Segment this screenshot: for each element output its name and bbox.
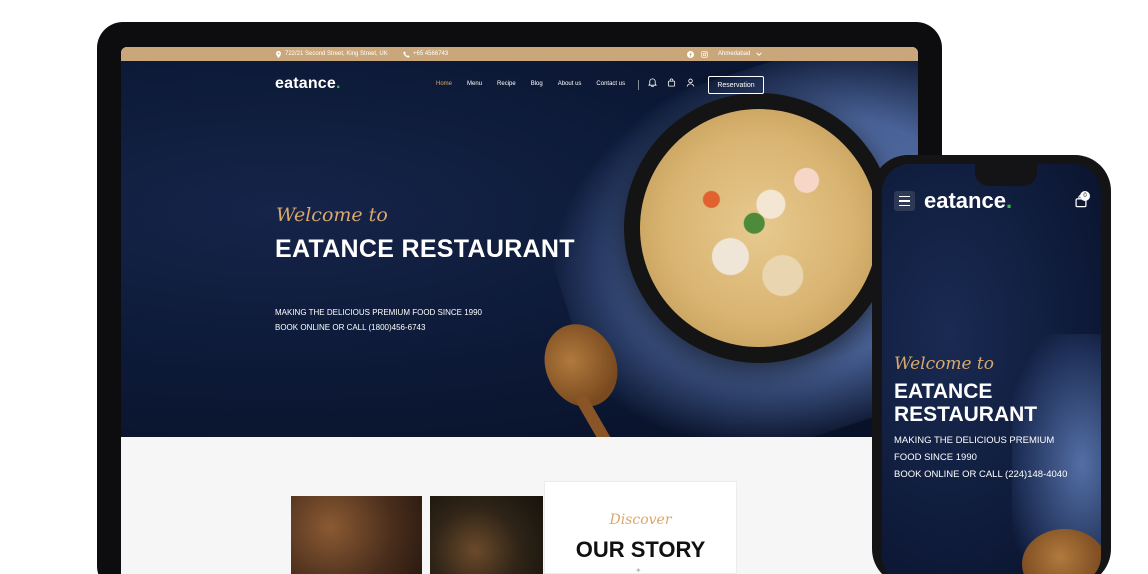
phone-screen: eatance. 0 Welcome to EATANCE RESTAURANT… [882,164,1101,574]
story-text-panel: Discover OUR STORY ✦ [544,481,737,574]
phone-text: +65 4566743 [413,51,449,57]
phone-welcome-script: Welcome to [894,354,994,374]
city-selector[interactable]: Ahmedabad [718,51,763,57]
phone-title-line2: RESTAURANT [894,403,1038,426]
nav-divider [638,80,639,90]
nav-link-blog[interactable]: Blog [531,81,543,87]
bell-icon[interactable] [648,78,657,87]
hero-banner: Welcome to EATANCE RESTAURANT MAKING THE… [121,61,918,437]
nav-icon-group [648,78,695,87]
phone-logo-text: eatance [924,188,1006,213]
story-discover-script: Discover [609,512,672,528]
nav-link-menu[interactable]: Menu [467,81,482,87]
story-image-cookies [291,496,422,574]
phone-site-logo[interactable]: eatance. [924,188,1012,214]
social-links [687,50,708,58]
phone-subtitle-line2: FOOD SINCE 1990 [894,452,977,463]
instagram-icon[interactable] [701,50,708,58]
leaf-ornament-icon: ✦ [635,566,642,574]
phone-notch [975,164,1037,186]
nav-link-about[interactable]: About us [558,81,582,87]
location-icon [276,50,281,58]
hero-subtitle-line2: BOOK ONLINE OR CALL (1800)456-6743 [275,323,426,332]
hero-title: EATANCE RESTAURANT [275,235,575,263]
story-title: OUR STORY [575,537,706,562]
phone-icon [403,50,410,58]
phone-subtitle-line1: MAKING THE DELICIOUS PREMIUM [894,435,1055,446]
phone-title-line1: EATANCE [894,380,993,403]
reservation-button[interactable]: Reservation [708,76,764,94]
logo-dot: . [336,75,341,92]
hamburger-menu-icon[interactable] [894,191,915,211]
hero-noodle-bowl-image [624,93,894,363]
main-navigation: eatance. Home Menu Recipe Blog About us … [121,61,918,105]
nav-link-contact[interactable]: Contact us [596,81,625,87]
address-info: 722/21 Second Street, King Street, UK [275,50,388,58]
nav-link-home[interactable]: Home [436,81,452,87]
hero-subtitle-line1: MAKING THE DELICIOUS PREMIUM FOOD SINCE … [275,308,483,317]
city-text: Ahmedabad [718,51,751,57]
nav-link-recipe[interactable]: Recipe [497,81,516,87]
our-story-section: Discover OUR STORY ✦ [121,437,918,574]
phone-logo-dot: . [1005,188,1013,213]
address-text: 722/21 Second Street, King Street, UK [285,51,388,57]
cart-count-badge: 0 [1080,191,1090,201]
user-icon[interactable] [686,78,695,87]
desktop-screen: Welcome to EATANCE RESTAURANT MAKING THE… [121,47,918,574]
phone-subtitle-line3: BOOK ONLINE OR CALL (224)148-4040 [894,469,1068,480]
logo-text: eatance [275,75,336,92]
site-logo[interactable]: eatance. [275,75,341,93]
phone-info[interactable]: +65 4566743 [403,50,449,58]
facebook-icon[interactable] [687,50,694,58]
story-image-table [430,496,543,574]
chevron-down-icon [756,52,763,56]
bag-icon[interactable] [667,78,676,87]
nav-links: Home Menu Recipe Blog About us Contact u… [436,81,640,87]
top-info-bar: 722/21 Second Street, King Street, UK +6… [121,47,918,61]
hero-welcome-script: Welcome to [276,204,388,226]
